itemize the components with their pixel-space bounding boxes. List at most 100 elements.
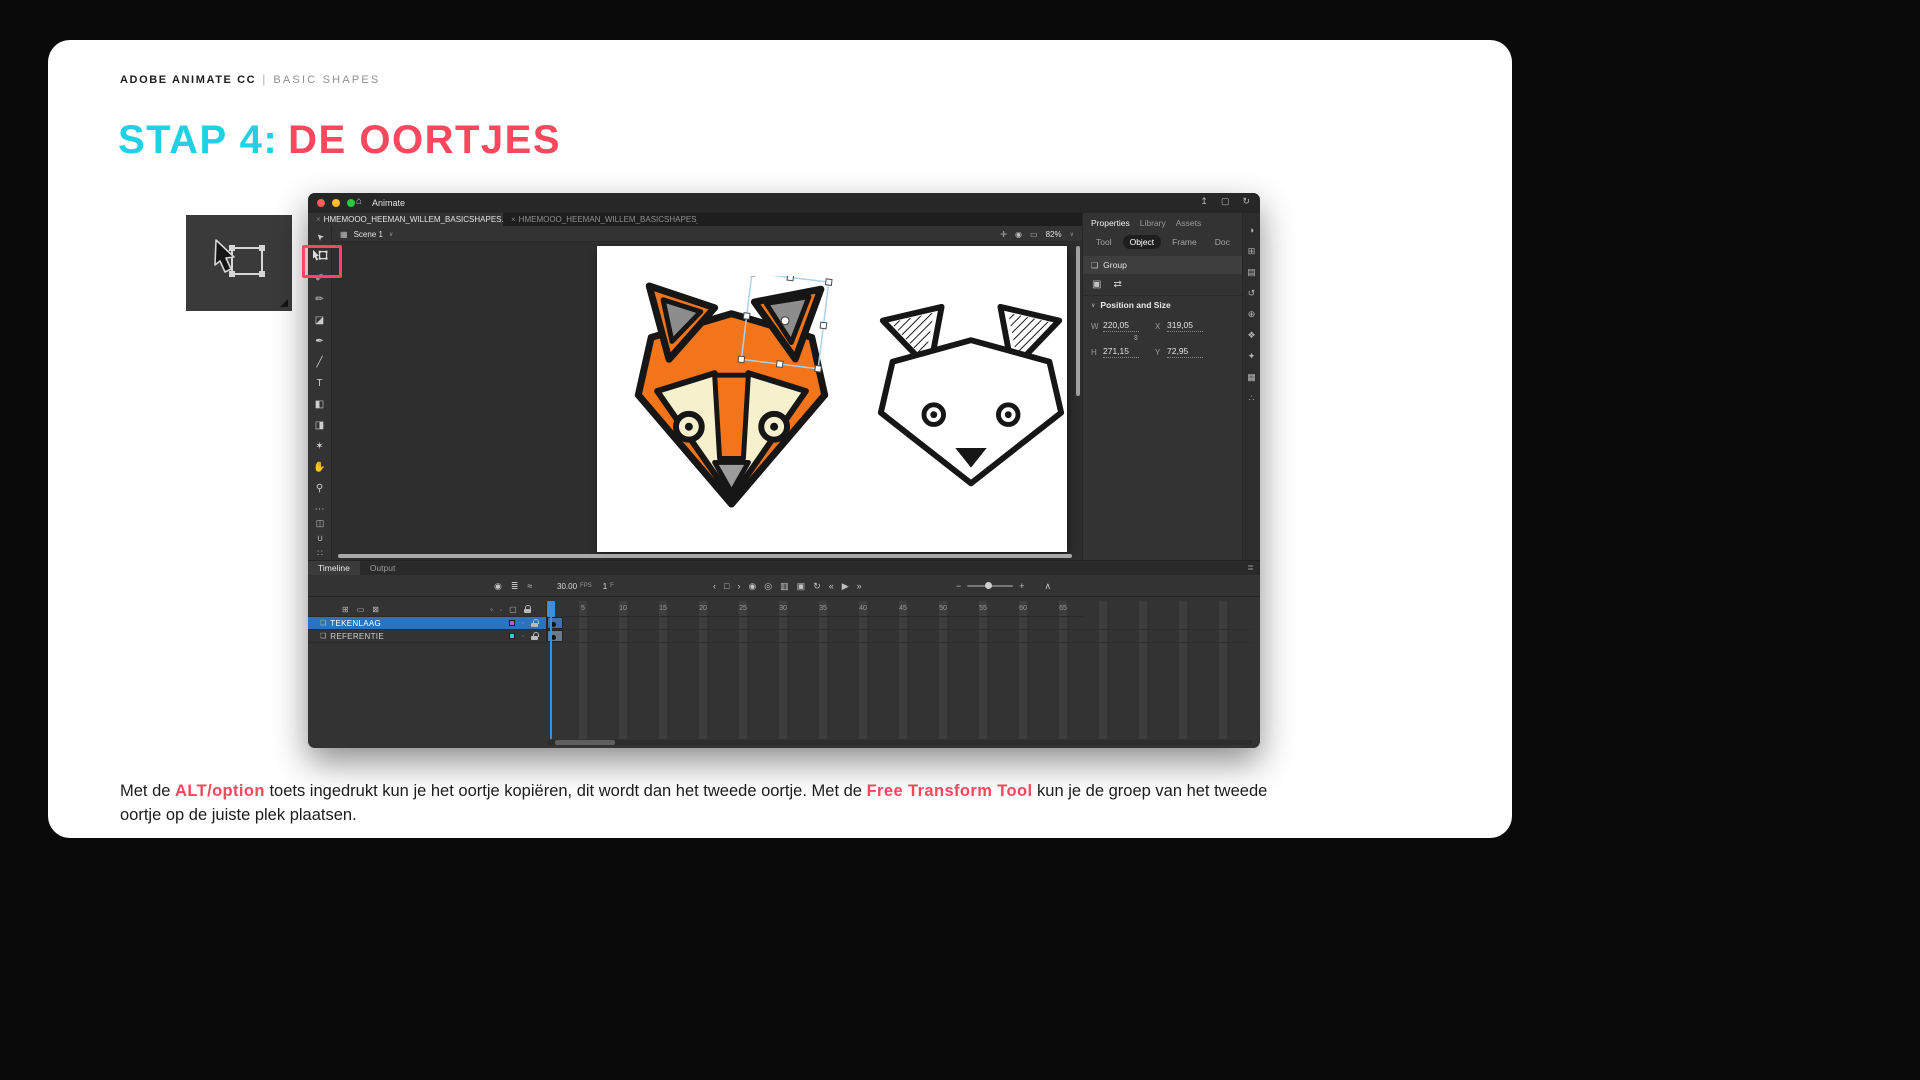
camera-column-icon[interactable]: ◦ bbox=[490, 605, 493, 614]
timeline-tab[interactable]: Output bbox=[360, 561, 406, 575]
properties-subtab[interactable]: Tool bbox=[1089, 235, 1119, 249]
clip-content-icon[interactable]: ▭ bbox=[1030, 230, 1038, 239]
layer-outline-color-swatch[interactable] bbox=[509, 620, 515, 626]
timeline-scrollbar-track[interactable] bbox=[547, 740, 1252, 745]
prev-keyframe-icon[interactable]: ‹ bbox=[713, 582, 716, 591]
panel-tab[interactable]: Properties bbox=[1091, 218, 1130, 228]
color-icon[interactable]: ◑ bbox=[1249, 226, 1254, 235]
document-tab[interactable]: × HMEMOOO_HEEMAN_WILLEM_BASICSHAPES.fla* bbox=[308, 213, 503, 226]
zoom-level-value[interactable]: 82% bbox=[1046, 230, 1062, 239]
layer-visibility-dot-icon[interactable]: ∙ bbox=[522, 632, 524, 640]
scene-chevron-icon[interactable]: ∨ bbox=[389, 231, 393, 238]
frame-graph-icon[interactable]: ≈ bbox=[527, 582, 532, 591]
TEKENLAAG[interactable]: ❏ TEKENLAAG ∙ bbox=[308, 617, 546, 630]
new-folder-icon[interactable]: ▭ bbox=[357, 605, 365, 614]
fps-value[interactable]: 30.00 bbox=[557, 582, 577, 591]
line-tool-icon[interactable]: ╱ bbox=[311, 357, 329, 369]
layer-name[interactable]: TEKENLAAG bbox=[330, 619, 381, 628]
insert-frame-icon[interactable]: □ bbox=[724, 582, 729, 591]
link-width-height-icon[interactable]: ∞ bbox=[1131, 335, 1140, 341]
layer-depth-icon[interactable]: ≣ bbox=[511, 582, 519, 591]
timeline-zoom-in-icon[interactable]: + bbox=[1019, 582, 1024, 591]
close-tab-icon[interactable]: × bbox=[511, 215, 516, 224]
close-window-button[interactable] bbox=[317, 199, 325, 207]
brush-library-icon[interactable]: ✦ bbox=[1248, 352, 1256, 361]
position-size-section-header[interactable]: ∨ Position and Size bbox=[1083, 296, 1242, 314]
center-frame-icon[interactable]: ✛ bbox=[1000, 230, 1007, 239]
timeline-zoom-slider-knob[interactable] bbox=[985, 582, 992, 589]
timeline-panel-menu-icon[interactable]: ≣ bbox=[1247, 563, 1254, 572]
timeline-zoom-slider[interactable] bbox=[967, 585, 1013, 587]
panel-tab[interactable]: Library bbox=[1140, 218, 1166, 228]
share-icon[interactable]: ↥ bbox=[1200, 197, 1208, 206]
sync-icon[interactable]: ↻ bbox=[1242, 197, 1250, 206]
edit-multiple-frames-icon[interactable]: ▥ bbox=[780, 582, 789, 591]
frame-row-referentie[interactable] bbox=[547, 630, 1252, 643]
eraser-tool-icon[interactable]: ◪ bbox=[311, 315, 329, 327]
more-tools-icon[interactable]: ⋯ bbox=[311, 504, 329, 516]
text-tool-icon[interactable]: T bbox=[311, 378, 329, 390]
align-icon[interactable]: ⊞ bbox=[1248, 247, 1256, 256]
swap-symbol-icon[interactable]: ⇄ bbox=[1113, 279, 1121, 290]
camera-icon[interactable]: ◉ bbox=[494, 582, 502, 591]
hand-tool-icon[interactable]: ✋ bbox=[311, 462, 329, 474]
canvas-horizontal-scrollbar[interactable] bbox=[338, 554, 1072, 558]
paint-bucket-tool-icon[interactable]: ◧ bbox=[311, 399, 329, 411]
libraries-icon[interactable]: ▤ bbox=[1247, 268, 1256, 277]
onion-skin-icon[interactable]: ◉ bbox=[748, 582, 756, 591]
step-forward-icon[interactable]: » bbox=[857, 582, 862, 591]
layer-lock-icon[interactable] bbox=[531, 633, 538, 640]
x-value-field[interactable]: 319,05 bbox=[1167, 320, 1203, 332]
app-menu-animate[interactable]: Animate bbox=[372, 198, 405, 208]
height-value-field[interactable]: 271,15 bbox=[1103, 346, 1139, 358]
timeline-frames-area[interactable]: 5101520253035404550556065 bbox=[547, 601, 1252, 739]
timeline-fit-icon[interactable]: ∧ bbox=[1045, 582, 1052, 591]
current-frame-value[interactable]: 1 bbox=[603, 582, 607, 591]
layer-name[interactable]: REFERENTIE bbox=[330, 632, 384, 641]
snap-to-objects-icon[interactable]: ∪ bbox=[317, 534, 324, 543]
document-tab[interactable]: × HMEMOOO_HEEMAN_WILLEM_BASICSHAPES_FINI… bbox=[503, 213, 698, 226]
loop-icon[interactable]: ↻ bbox=[813, 582, 821, 591]
close-tab-icon[interactable]: × bbox=[316, 215, 321, 224]
y-value-field[interactable]: 72,95 bbox=[1167, 346, 1203, 358]
swatches-icon[interactable]: ❖ bbox=[1247, 331, 1255, 340]
onion-skin-outlines-icon[interactable]: ◎ bbox=[764, 582, 772, 591]
timeline-scrollbar-thumb[interactable] bbox=[555, 740, 615, 745]
width-value-field[interactable]: 220,05 bbox=[1103, 320, 1139, 332]
home-icon[interactable]: ⌂ bbox=[356, 197, 362, 207]
asset-warp-tool-icon[interactable]: ✶ bbox=[311, 441, 329, 453]
history-icon[interactable]: ↺ bbox=[1248, 289, 1256, 298]
zoom-tool-icon[interactable]: ⚲ bbox=[311, 483, 329, 495]
step-back-icon[interactable]: « bbox=[829, 582, 834, 591]
components-icon[interactable]: ▦ bbox=[1247, 373, 1256, 382]
properties-subtab[interactable]: Object bbox=[1123, 235, 1162, 249]
outline-column-icon[interactable]: ▢ bbox=[509, 605, 517, 614]
next-keyframe-icon[interactable]: › bbox=[737, 582, 740, 591]
camera-preview-icon[interactable]: ◉ bbox=[1015, 230, 1022, 239]
lock-column-icon[interactable] bbox=[524, 606, 531, 613]
frame-picker-icon[interactable]: ∴ bbox=[1249, 394, 1255, 403]
workspace-icon[interactable]: ▢ bbox=[1221, 197, 1230, 206]
toolbar-options-icon[interactable]: ∷ bbox=[317, 549, 323, 558]
maximize-window-button[interactable] bbox=[347, 199, 355, 207]
pen-tool-icon[interactable]: ✒ bbox=[311, 336, 329, 348]
minimize-window-button[interactable] bbox=[332, 199, 340, 207]
timeline-zoom-out-icon[interactable]: − bbox=[956, 582, 961, 591]
zoom-chevron-icon[interactable]: ∨ bbox=[1070, 231, 1074, 238]
scene-label[interactable]: Scene 1 bbox=[354, 230, 383, 239]
new-layer-icon[interactable]: ⊞ bbox=[342, 605, 349, 614]
stage[interactable] bbox=[597, 246, 1067, 552]
classic-brush-tool-icon[interactable]: ✏ bbox=[311, 294, 329, 306]
ink-bottle-tool-icon[interactable]: ◨ bbox=[311, 420, 329, 432]
delete-layer-icon[interactable]: ⊠ bbox=[372, 605, 379, 614]
layer-visibility-dot-icon[interactable]: ∙ bbox=[522, 619, 524, 627]
play-icon[interactable]: ▶ bbox=[842, 582, 849, 591]
visibility-column-icon[interactable]: ∙ bbox=[500, 605, 502, 614]
properties-subtab[interactable]: Doc bbox=[1208, 235, 1237, 249]
break-apart-icon[interactable]: ▣ bbox=[1092, 279, 1101, 290]
layer-lock-icon[interactable] bbox=[531, 620, 538, 627]
frame-row-tekenlaag[interactable] bbox=[547, 617, 1252, 630]
REFERENTIE[interactable]: ❏ REFERENTIE ∙ bbox=[308, 630, 546, 643]
object-drawing-toggle-icon[interactable]: ◫ bbox=[316, 519, 325, 528]
layer-outline-color-swatch[interactable] bbox=[509, 633, 515, 639]
